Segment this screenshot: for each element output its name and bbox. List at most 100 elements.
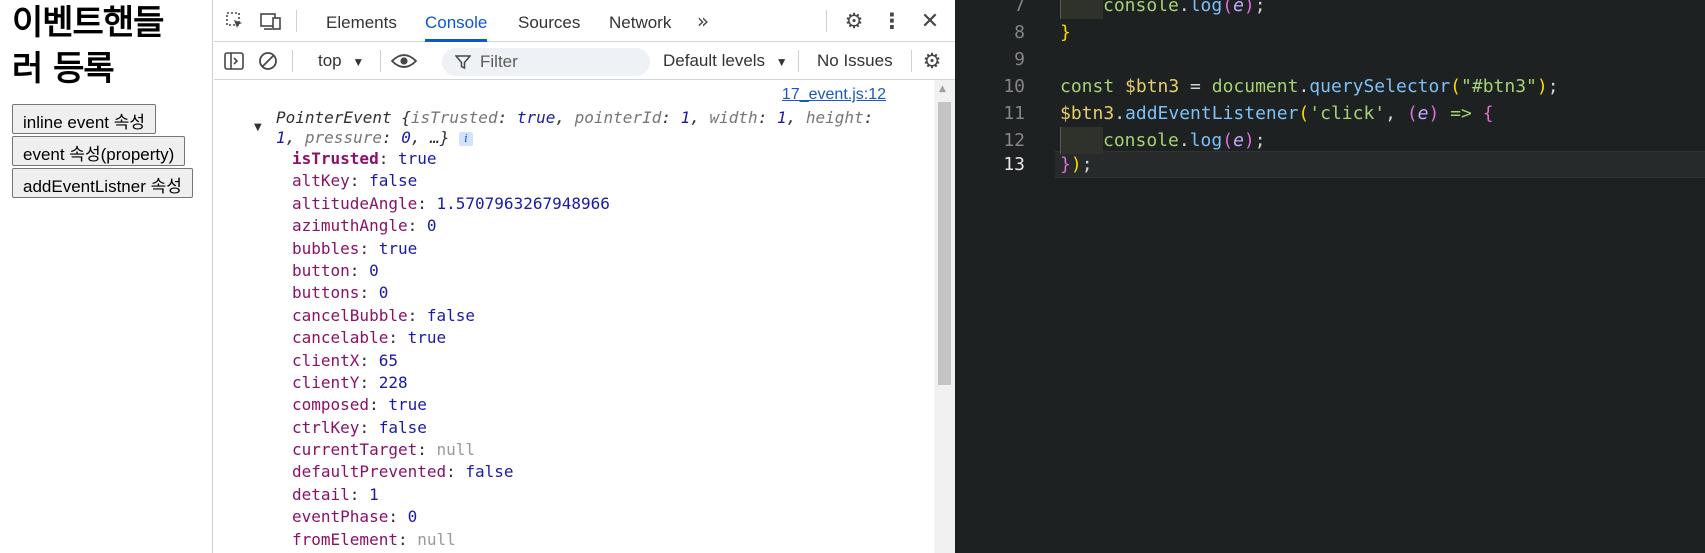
property-value: false (369, 171, 418, 191)
inspect-element-icon[interactable] (222, 8, 248, 34)
filter-placeholder: Filter (480, 52, 518, 71)
sidebar-toggle-icon[interactable] (222, 49, 246, 73)
property-key: clientX (292, 350, 360, 370)
property-row[interactable]: cancelBubble: false (292, 305, 610, 327)
property-row[interactable]: clientX: 65 (292, 350, 610, 372)
property-value: true (397, 149, 437, 168)
property-row[interactable]: azimuthAngle: 0 (292, 215, 610, 237)
expand-triangle-icon[interactable]: ▼ (254, 122, 262, 133)
property-value: 0 (378, 283, 389, 303)
property-key: altKey (292, 171, 350, 191)
line-number: 12 (1003, 130, 1025, 151)
chevron-down-icon: ▼ (352, 55, 365, 69)
console-toolbar: top ▼ Filter Default levels ▼ No Issues … (214, 42, 955, 80)
more-options-icon[interactable]: ⋮ (882, 9, 903, 33)
property-value: false (378, 417, 427, 437)
property-key: defaultPrevented (292, 462, 447, 482)
property-value: null (436, 440, 476, 460)
property-row[interactable]: currentTarget: null (292, 439, 610, 461)
toolbar-divider (911, 50, 912, 72)
event-type: PointerEvent (276, 108, 392, 127)
property-key: currentTarget (292, 440, 418, 460)
more-tabs-icon[interactable]: » (692, 9, 714, 33)
log-levels-dropdown[interactable]: Default levels ▼ (663, 51, 788, 71)
property-key: azimuthAngle (292, 216, 408, 236)
property-key: cancelBubble (292, 305, 408, 325)
add-event-listener-button[interactable]: addEventListner 속성 (12, 168, 193, 198)
event-property-button[interactable]: event 속성(property) (12, 136, 186, 166)
property-row[interactable]: altitudeAngle: 1.5707963267948966 (292, 193, 610, 215)
property-value: 0 (369, 260, 379, 280)
code-line[interactable]: }); (1060, 151, 1093, 178)
filter-input[interactable]: Filter (442, 48, 650, 76)
scroll-up-icon[interactable]: ▲ (939, 84, 946, 94)
chevron-down-icon: ▼ (775, 55, 788, 69)
property-value: null (417, 529, 456, 549)
context-selector[interactable]: top ▼ (318, 51, 364, 71)
property-value: 1.5707963267948966 (436, 193, 610, 213)
summary-value: 1 (276, 128, 286, 147)
settings-gear-icon[interactable]: ⚙ (842, 9, 866, 33)
property-row[interactable]: buttons: 0 (292, 282, 610, 304)
property-row[interactable]: defaultPrevented: false (292, 461, 610, 483)
property-key: detail (292, 484, 350, 504)
property-value: 65 (378, 350, 398, 370)
code-line[interactable]: $btn3.addEventListener('click', (e) => { (1060, 100, 1494, 127)
property-row[interactable]: bubbles: true (292, 238, 610, 260)
console-scrollbar[interactable]: ▲ (934, 80, 955, 553)
issues-button[interactable]: No Issues (817, 51, 893, 71)
inline-event-button[interactable]: inline event 속성 (12, 104, 157, 134)
source-link[interactable]: 17_event.js:12 (782, 86, 886, 104)
log-levels-label: Default levels (663, 51, 766, 70)
code-line[interactable]: const $btn3 = document.querySelector("#b… (1060, 73, 1559, 100)
tab-sources[interactable]: Sources (518, 0, 580, 42)
toolbar-divider (296, 10, 297, 32)
page-heading-text: 이벤트핸들 러 등록 (12, 3, 164, 89)
property-row[interactable]: eventPhase: 0 (292, 506, 610, 528)
code-line[interactable]: } (1060, 19, 1071, 46)
button-group: inline event 속성 event 속성(property) addEv… (0, 104, 212, 198)
tab-elements[interactable]: Elements (326, 0, 397, 42)
property-key: button (292, 260, 350, 280)
property-row[interactable]: detail: 1 (292, 484, 610, 506)
tab-network[interactable]: Network (609, 0, 671, 42)
property-row[interactable]: isTrusted: true (292, 148, 610, 170)
property-row[interactable]: altKey: false (292, 170, 610, 192)
code-editor[interactable]: 7 8 9 10 11 12 13 console.log(e);} const $btn3 … (955, 0, 1705, 553)
device-toolbar-icon[interactable] (258, 8, 284, 34)
close-icon[interactable]: ✕ (918, 9, 942, 34)
property-key: cancelable (292, 328, 389, 348)
code-line[interactable]: console.log(e); (1060, 0, 1266, 19)
console-settings-gear-icon[interactable]: ⚙ (920, 49, 944, 73)
property-key: buttons (292, 283, 360, 303)
line-number: 11 (1003, 103, 1025, 124)
line-number: 10 (1003, 76, 1025, 97)
summary-key: width (709, 108, 758, 127)
property-value: 228 (378, 372, 408, 392)
property-row[interactable]: ctrlKey: false (292, 417, 610, 439)
property-key: fromElement (292, 529, 398, 549)
filter-icon (454, 53, 472, 71)
property-row[interactable]: composed: true (292, 394, 610, 416)
property-list: isTrusted: true altKey: false altitudeAngl… (292, 148, 610, 551)
line-number: 7 (1014, 0, 1025, 16)
line-number: 9 (1014, 49, 1025, 70)
event-summary[interactable]: PointerEvent {isTrusted: true, pointerId… (276, 108, 896, 148)
toolbar-divider (292, 50, 293, 72)
code-line[interactable]: console.log(e); (1060, 127, 1266, 154)
property-row[interactable]: cancelable: true (292, 327, 610, 349)
web-page: 이벤트핸들 러 등록 inline event 속성 event 속성(prope… (0, 0, 213, 553)
live-expression-eye-icon[interactable] (390, 48, 418, 74)
property-row[interactable]: clientY: 228 (292, 372, 610, 394)
property-row[interactable]: button: 0 (292, 260, 610, 282)
scrollbar-thumb[interactable] (938, 102, 951, 385)
property-key: eventPhase (292, 507, 389, 527)
clear-console-icon[interactable] (256, 49, 280, 73)
summary-key: pointerId (574, 108, 662, 127)
tab-console[interactable]: Console (425, 0, 488, 42)
context-label: top (318, 51, 342, 70)
info-icon[interactable]: i (459, 131, 474, 146)
devtools-main-toolbar: Elements Console Sources Network » ⚙ ⋮ ✕ (214, 0, 955, 42)
property-key: ctrlKey (292, 417, 360, 437)
property-row[interactable]: fromElement: null (292, 529, 610, 551)
